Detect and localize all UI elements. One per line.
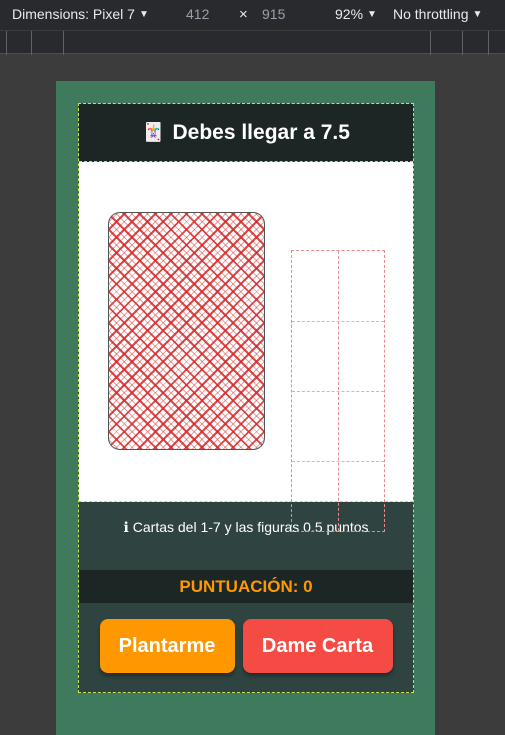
device-viewport: 🃏 Debes llegar a 7.5 ℹ Cartas del 1-7 y … (56, 81, 435, 735)
joker-card-icon: 🃏 (142, 122, 165, 142)
slot-divider (292, 461, 384, 462)
dimensions-label: Dimensions: Pixel 7 (12, 6, 135, 22)
slot-divider (292, 391, 384, 392)
media-query-ruler[interactable] (0, 30, 505, 55)
ruler-tick (31, 31, 32, 55)
zoom-dropdown[interactable]: 92% ▼ (335, 6, 377, 22)
deck-card-back[interactable] (108, 212, 265, 450)
game-header: 🃏 Debes llegar a 7.5 (79, 104, 413, 162)
throttling-dropdown[interactable]: No throttling ▼ (393, 6, 482, 22)
ruler-tick (63, 31, 64, 55)
dimensions-dropdown[interactable]: Dimensions: Pixel 7 ▼ (12, 6, 149, 22)
info-icon: ℹ (123, 519, 129, 535)
chevron-down-icon: ▼ (138, 8, 149, 20)
draw-card-button[interactable]: Dame Carta (242, 619, 393, 673)
height-input[interactable]: 915 (262, 6, 285, 22)
stand-button[interactable]: Plantarme (99, 619, 235, 673)
throttling-label: No throttling (393, 6, 469, 22)
ruler-tick (488, 31, 489, 55)
zoom-label: 92% (335, 6, 364, 22)
ruler-tick (430, 31, 431, 55)
devtools-toolbar: Dimensions: Pixel 7 ▼ 412 × 915 92% ▼ No… (0, 0, 505, 30)
played-cards-area (291, 250, 385, 532)
width-input[interactable]: 412 (186, 6, 209, 22)
chevron-down-icon: ▼ (472, 8, 483, 20)
chevron-down-icon: ▼ (367, 8, 377, 20)
game-container: 🃏 Debes llegar a 7.5 ℹ Cartas del 1-7 y … (78, 103, 414, 693)
ruler-tick (462, 31, 463, 55)
score-display: PUNTUACIÓN: 0 (79, 570, 413, 603)
swap-dimensions-icon[interactable]: × (239, 6, 248, 23)
action-buttons: Plantarme Dame Carta (79, 603, 413, 673)
slot-divider (292, 321, 384, 322)
ruler-tick (6, 31, 7, 55)
card-board (79, 162, 413, 532)
game-title: Debes llegar a 7.5 (172, 120, 350, 144)
